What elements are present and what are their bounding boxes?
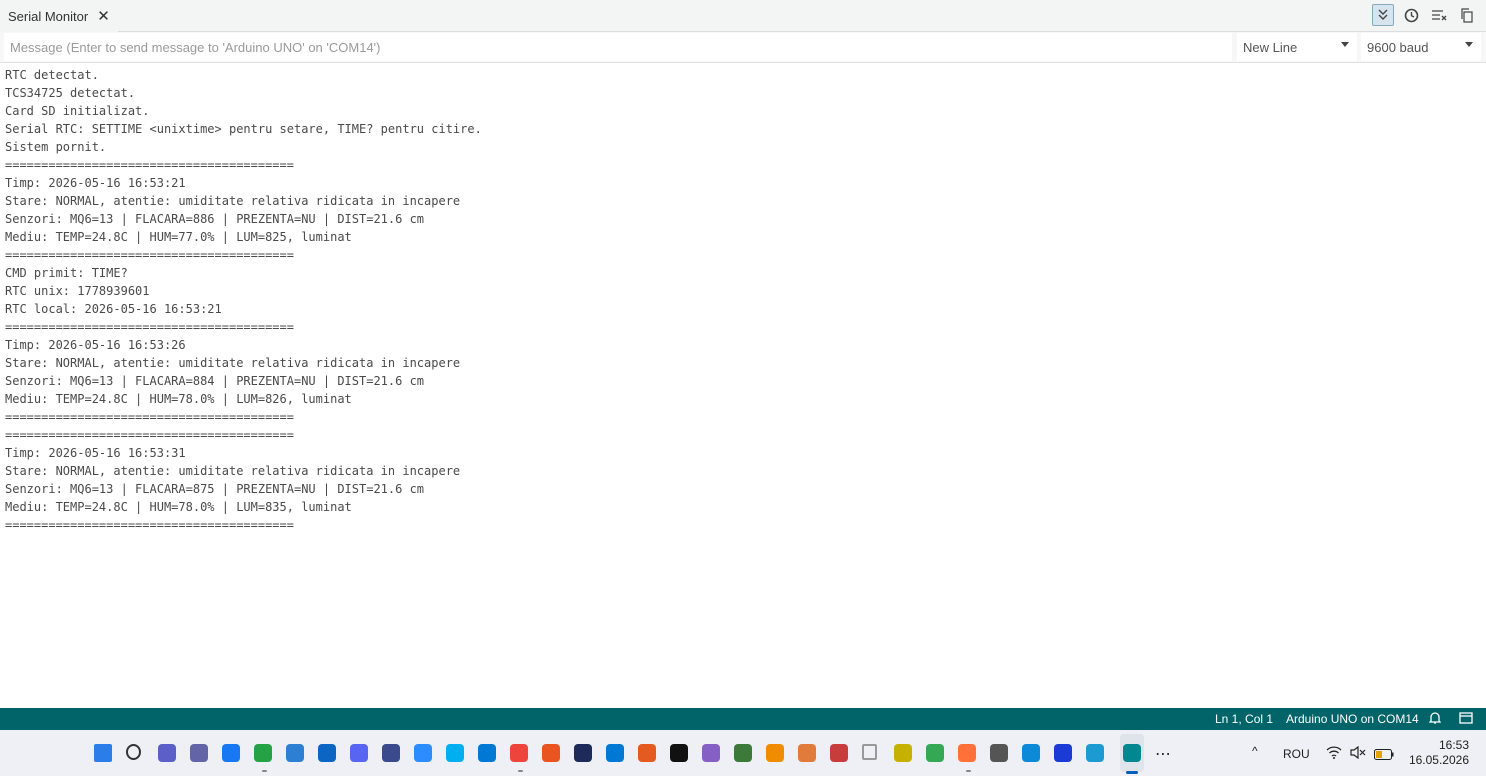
output-line: ========================================	[5, 410, 294, 424]
firefox-icon[interactable]	[958, 744, 976, 762]
whatsapp-icon[interactable]	[254, 744, 272, 762]
arduino-ide-icon[interactable]	[1123, 744, 1141, 762]
output-line: RTC local: 2026-05-16 16:53:21	[5, 302, 222, 316]
cursor-position[interactable]: Ln 1, Col 1	[1215, 712, 1273, 726]
app-icon[interactable]	[574, 744, 592, 762]
app-icon[interactable]	[798, 744, 816, 762]
output-line: Senzori: MQ6=13 | FLACARA=884 | PREZENTA…	[5, 374, 425, 388]
anydesk-icon[interactable]	[510, 744, 528, 762]
app-icon[interactable]	[286, 744, 304, 762]
file-icon[interactable]	[862, 744, 877, 760]
serial-output[interactable]: RTC detectat. TCS34725 detectat. Card SD i…	[0, 66, 1486, 706]
chevron-down-icon	[1465, 42, 1473, 47]
line-ending-value: New Line	[1243, 39, 1298, 55]
tab-title: Serial Monitor	[8, 8, 89, 24]
taskbar: ^ ROU ⋯ 16:53 16.05.2026	[0, 730, 1486, 776]
start-icon[interactable]	[94, 744, 112, 762]
output-line: Card SD initializat.	[5, 104, 150, 118]
language-indicator[interactable]: ROU	[1283, 747, 1310, 761]
calculator-icon[interactable]	[990, 744, 1008, 762]
output-line: Mediu: TEMP=24.8C | HUM=78.0% | LUM=826,…	[5, 392, 352, 406]
app-icon[interactable]	[1086, 744, 1104, 762]
show-hidden-icons[interactable]: ^	[1252, 744, 1258, 758]
linkedin-icon[interactable]	[318, 744, 336, 762]
close-icon[interactable]: ✕	[97, 9, 110, 24]
output-line: RTC unix: 1778939601	[5, 284, 150, 298]
vlc-icon[interactable]	[766, 744, 784, 762]
teams-personal-icon[interactable]	[190, 744, 208, 762]
app-icon[interactable]	[1054, 744, 1072, 762]
wifi-icon[interactable]	[1326, 746, 1342, 764]
clear-output-icon[interactable]	[1428, 4, 1450, 26]
output-line: Stare: NORMAL, atentie: umiditate relati…	[5, 464, 461, 478]
output-line: Mediu: TEMP=24.8C | HUM=78.0% | LUM=835,…	[5, 500, 352, 514]
output-line: TCS34725 detectat.	[5, 86, 136, 100]
output-line: Timp: 2026-05-16 16:53:31	[5, 446, 186, 460]
board-status[interactable]: Arduino UNO on COM14	[1286, 712, 1419, 726]
output-line: Timp: 2026-05-16 16:53:26	[5, 338, 186, 352]
app-icon[interactable]	[638, 744, 656, 762]
system-clock[interactable]: 16:53 16.05.2026	[1409, 738, 1469, 768]
baud-rate-value: 9600 baud	[1367, 39, 1429, 55]
teams-icon[interactable]	[158, 744, 176, 762]
battery-icon[interactable]	[1374, 747, 1394, 765]
running-indicator	[262, 770, 267, 772]
output-line: ========================================	[5, 248, 294, 262]
zoom-icon[interactable]	[414, 744, 432, 762]
autoscroll-icon[interactable]	[1372, 4, 1394, 26]
line-ending-select[interactable]: New Line	[1237, 33, 1357, 61]
visual-studio-icon[interactable]	[702, 744, 720, 762]
terminal-icon[interactable]	[670, 744, 688, 762]
message-row: New Line 9600 baud	[0, 32, 1486, 63]
running-indicator	[966, 770, 971, 772]
timestamp-icon[interactable]	[1400, 4, 1422, 26]
app-icon[interactable]	[894, 744, 912, 762]
more-apps-icon[interactable]: ⋯	[1155, 744, 1171, 764]
bell-icon[interactable]	[1428, 711, 1442, 728]
status-bar: Ln 1, Col 1 Arduino UNO on COM14	[0, 708, 1486, 730]
output-line: Serial RTC: SETTIME <unixtime> pentru se…	[5, 122, 482, 136]
skype-business-icon[interactable]	[478, 744, 496, 762]
app-icon[interactable]	[830, 744, 848, 762]
output-line: Sistem pornit.	[5, 140, 107, 154]
serial-toolbar	[1372, 4, 1478, 26]
skype-icon[interactable]	[446, 744, 464, 762]
output-line: ========================================	[5, 518, 294, 532]
output-line: Timp: 2026-05-16 16:53:21	[5, 176, 186, 190]
app-icon[interactable]	[382, 744, 400, 762]
running-indicator	[518, 770, 523, 772]
chevron-down-icon	[1341, 42, 1349, 47]
tab-bar: Serial Monitor ✕	[0, 0, 1486, 32]
discord-icon[interactable]	[350, 744, 368, 762]
ubuntu-icon[interactable]	[542, 744, 560, 762]
edge-icon[interactable]	[1022, 744, 1040, 762]
panel-icon[interactable]	[1459, 712, 1473, 727]
output-line: RTC detectat.	[5, 68, 99, 82]
tab-serial-monitor[interactable]: Serial Monitor ✕	[0, 0, 118, 32]
vscode-icon[interactable]	[606, 744, 624, 762]
messenger-icon[interactable]	[222, 744, 240, 762]
chrome-icon[interactable]	[926, 744, 944, 762]
output-line: Stare: NORMAL, atentie: umiditate relati…	[5, 194, 461, 208]
output-line: Mediu: TEMP=24.8C | HUM=77.0% | LUM=825,…	[5, 230, 352, 244]
output-line: ========================================	[5, 320, 294, 334]
message-input[interactable]	[4, 33, 1232, 61]
output-line: ========================================	[5, 428, 294, 442]
output-line: Senzori: MQ6=13 | FLACARA=886 | PREZENTA…	[5, 212, 425, 226]
baud-rate-select[interactable]: 9600 baud	[1361, 33, 1481, 61]
output-line: Senzori: MQ6=13 | FLACARA=875 | PREZENTA…	[5, 482, 425, 496]
clock-date: 16.05.2026	[1408, 753, 1469, 767]
copy-icon[interactable]	[1456, 4, 1478, 26]
output-line: Stare: NORMAL, atentie: umiditate relati…	[5, 356, 461, 370]
output-line: ========================================	[5, 158, 294, 172]
search-icon[interactable]	[126, 744, 141, 760]
clock-time: 16:53	[1438, 738, 1469, 752]
volume-muted-icon[interactable]	[1350, 745, 1366, 764]
output-line: CMD primit: TIME?	[5, 266, 128, 280]
app-icon[interactable]	[734, 744, 752, 762]
taskbar-active-indicator	[1126, 771, 1138, 774]
